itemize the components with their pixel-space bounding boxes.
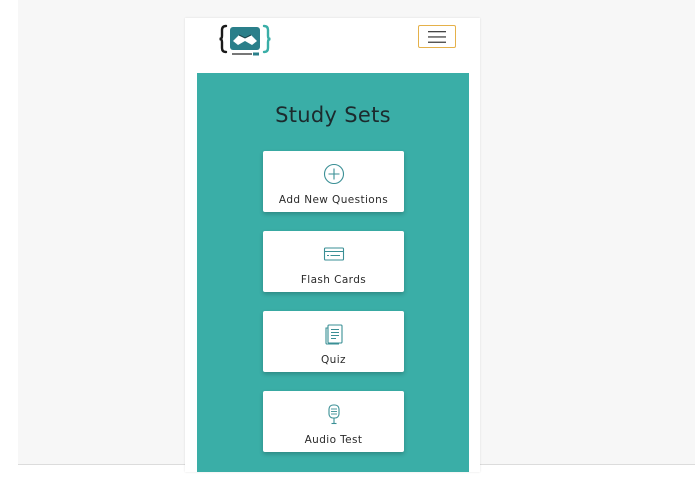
flash-cards-card[interactable]: Flash Cards bbox=[263, 231, 404, 292]
document-icon bbox=[323, 323, 345, 345]
logo[interactable] bbox=[219, 22, 271, 58]
hamburger-icon bbox=[428, 30, 446, 43]
quiz-card[interactable]: Quiz bbox=[263, 311, 404, 372]
card-label: Audio Test bbox=[304, 434, 363, 446]
plus-circle-icon bbox=[323, 163, 345, 185]
card-label: Quiz bbox=[321, 354, 346, 366]
card-icon bbox=[323, 243, 345, 265]
card-label: Add New Questions bbox=[278, 194, 389, 206]
card-label: Flash Cards bbox=[300, 274, 367, 286]
audio-test-card[interactable]: Audio Test bbox=[263, 391, 404, 452]
menu-toggle-button[interactable] bbox=[418, 25, 456, 48]
page-title: Study Sets bbox=[275, 103, 391, 127]
microphone-icon bbox=[323, 403, 345, 425]
mobile-viewport: Study Sets Add New Questions Flash Cards bbox=[185, 18, 480, 472]
add-new-questions-card[interactable]: Add New Questions bbox=[263, 151, 404, 212]
study-sets-panel: Study Sets Add New Questions Flash Cards bbox=[197, 73, 469, 472]
